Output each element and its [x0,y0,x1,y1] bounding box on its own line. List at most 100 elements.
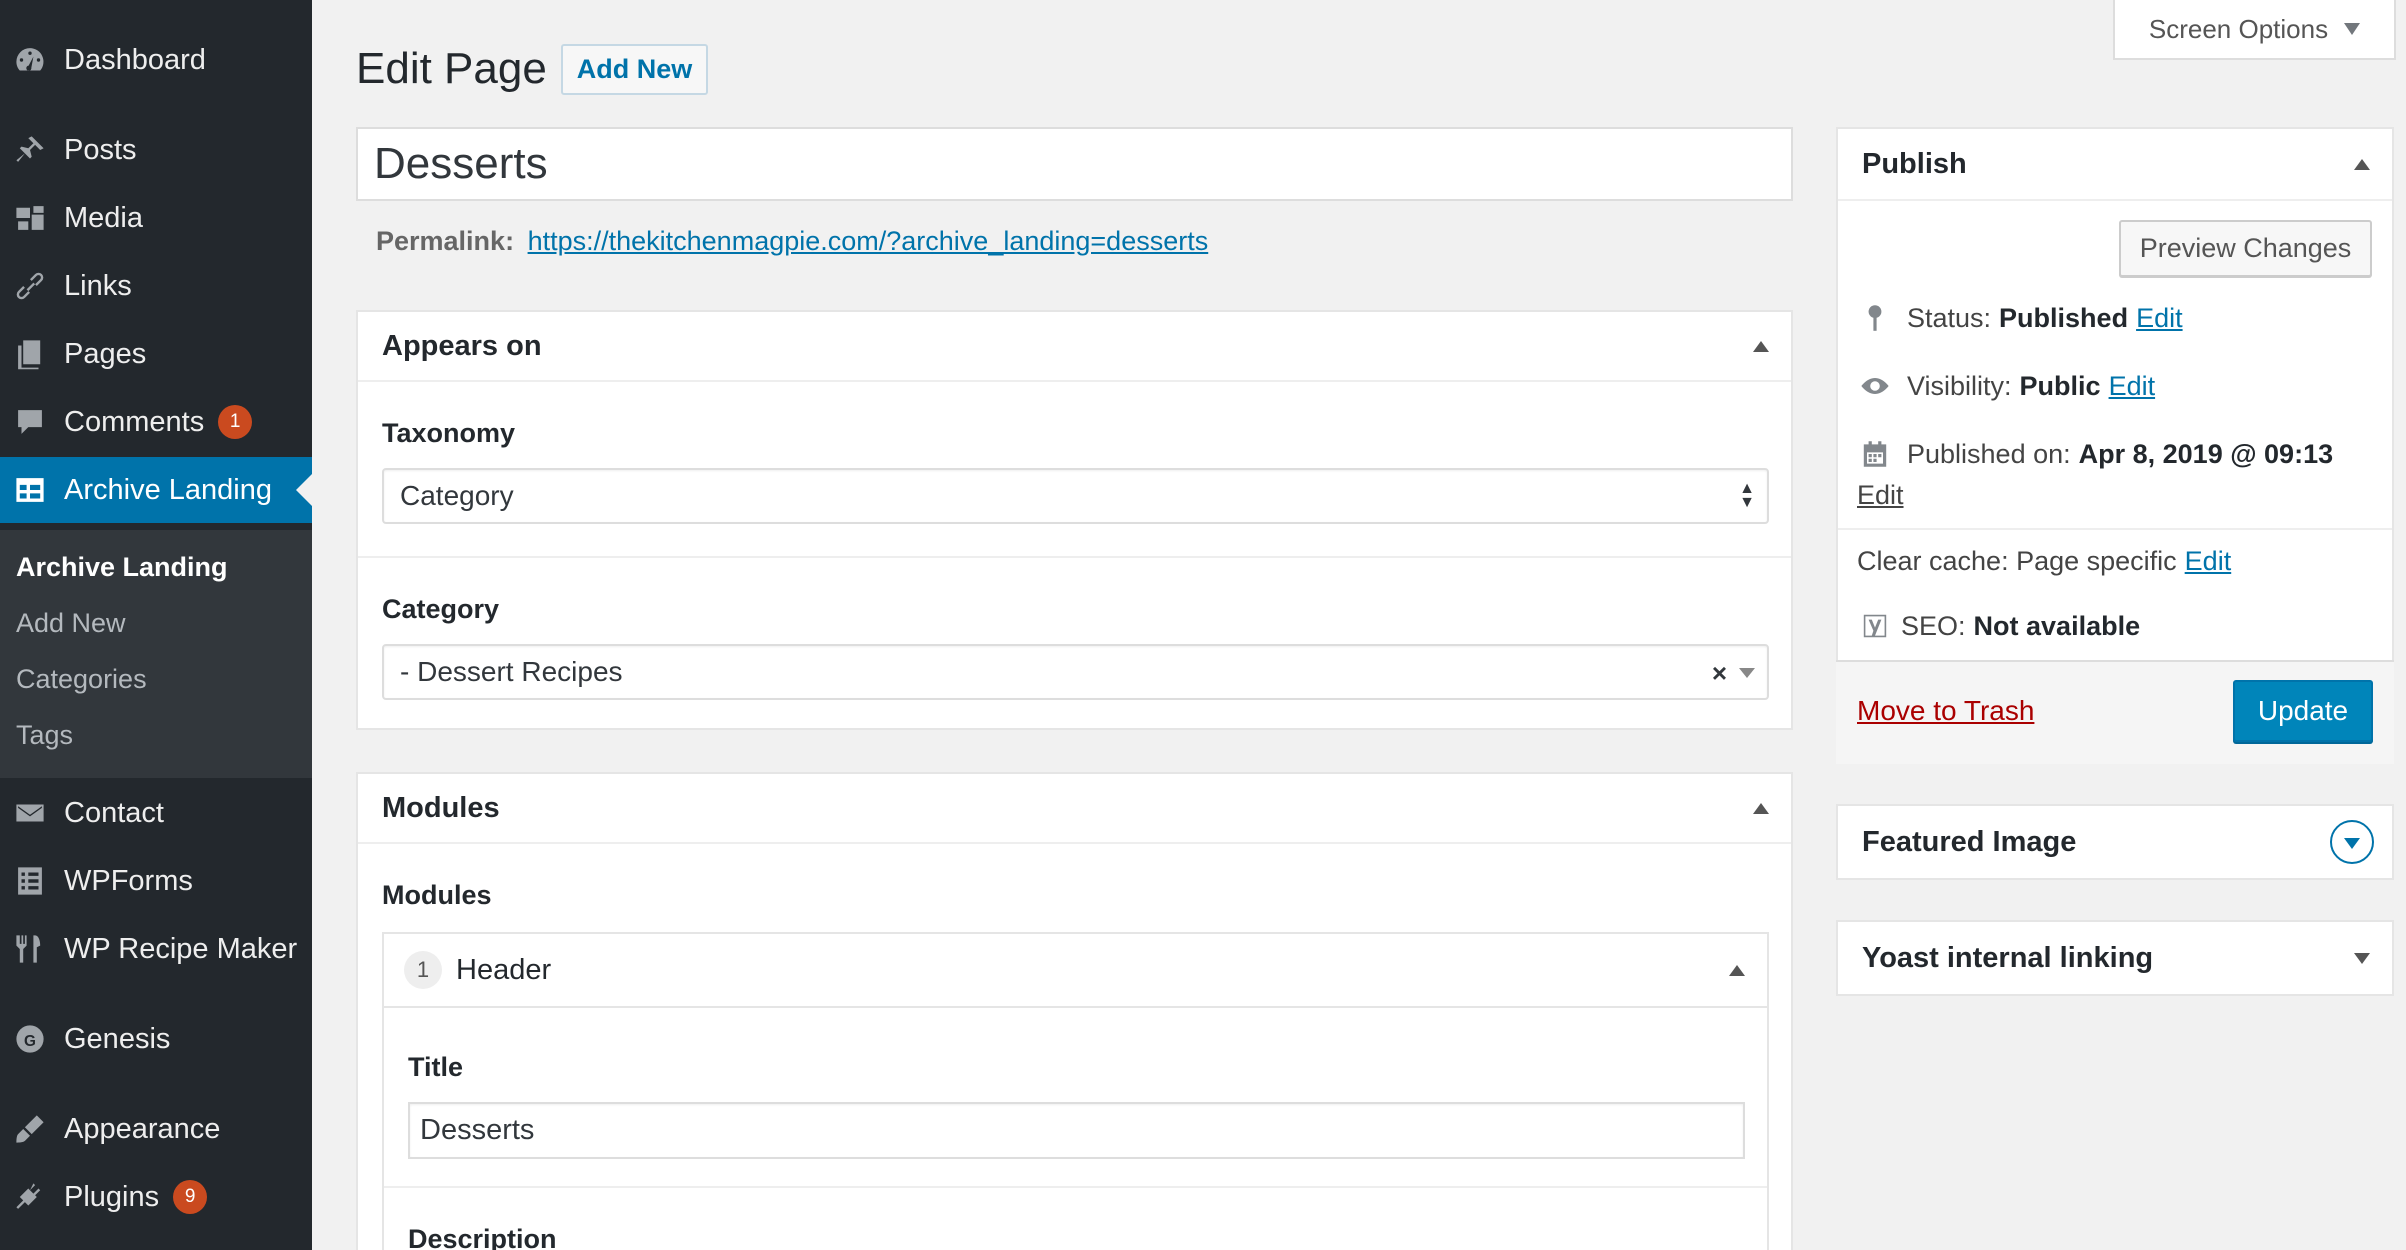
plugins-update-badge: 9 [173,1180,208,1214]
menu-wpforms[interactable]: WPForms [0,848,312,914]
submenu-add-new[interactable]: Add New [16,608,126,639]
yoast-icon [1857,608,1893,644]
collapse-arrow-icon[interactable] [1729,965,1745,976]
menu-appearance[interactable]: Appearance [0,1096,312,1162]
page-title: Edit Page [356,44,547,93]
menu-label: Plugins [64,1180,160,1213]
menu-dashboard[interactable]: Dashboard [0,27,312,93]
pages-icon [10,334,50,374]
submenu-categories[interactable]: Categories [16,664,147,695]
appears-on-title: Appears on [382,329,542,362]
menu-genesis[interactable]: G Genesis [0,1006,312,1072]
seo-row: SEO: Not available [1857,608,2148,644]
expand-arrow-icon[interactable] [2354,953,2370,964]
menu-contact[interactable]: Contact [0,780,312,846]
permalink-label: Permalink: [376,226,515,256]
comments-count-badge: 1 [218,405,253,439]
post-title-input[interactable] [356,127,1793,201]
pin-icon [1857,300,1893,336]
collapse-arrow-icon[interactable] [2354,159,2370,170]
submenu-archive-landing[interactable]: Archive Landing [16,552,228,583]
add-new-button[interactable]: Add New [561,44,708,95]
screen-options-toggle[interactable]: Screen Options [2113,0,2396,60]
eye-icon [1857,368,1893,404]
menu-label: Links [64,269,132,302]
category-value: - Dessert Recipes [400,656,623,687]
update-button[interactable]: Update [2233,680,2373,742]
module-name: Header [456,953,552,986]
move-to-trash-link[interactable]: Move to Trash [1857,695,2034,727]
module-title-value: Desserts [420,1114,535,1146]
menu-label: Appearance [64,1112,221,1145]
taxonomy-label: Taxonomy [382,418,516,448]
collapse-arrow-icon[interactable] [1753,803,1769,814]
status-value: Published [1999,302,2129,333]
submenu-tags[interactable]: Tags [16,720,73,751]
menu-media[interactable]: Media [0,185,312,251]
comment-icon [10,402,50,442]
visibility-row: Visibility: Public Edit [1857,368,2155,404]
seo-label: SEO: [1901,610,1966,641]
seo-value: Not available [1973,610,2141,641]
genesis-icon: G [10,1019,50,1059]
status-row: Status: Published Edit [1857,300,2183,336]
appears-on-box: Appears on Taxonomy Category ▲ ▼ Category… [356,310,1793,730]
menu-posts[interactable]: Posts [0,117,312,183]
screen-options-label: Screen Options [2148,13,2329,44]
form-icon [10,861,50,901]
published-value: Apr 8, 2019 @ 09:13 [2078,438,2334,469]
category-select[interactable]: - Dessert Recipes × [382,644,1769,700]
taxonomy-value: Category [400,480,514,511]
menu-label: Media [64,201,143,234]
featured-image-box: Featured Image [1836,804,2394,880]
modules-header[interactable]: Modules [358,774,1791,844]
menu-links[interactable]: Links [0,253,312,319]
modules-title: Modules [382,791,500,824]
divider [358,556,1791,558]
permalink-link[interactable]: https://thekitchenmagpie.com/?archive_la… [528,226,1209,256]
preview-changes-button[interactable]: Preview Changes [2119,220,2372,277]
collapse-arrow-icon[interactable] [1753,341,1769,352]
menu-pages[interactable]: Pages [0,321,312,387]
taxonomy-select[interactable]: Category ▲ ▼ [382,468,1769,524]
dashboard-icon [10,40,50,80]
menu-label: Posts [64,133,137,166]
modules-box: Modules Modules 1 Header Title Desserts … [356,772,1793,1250]
menu-wp-recipe-maker[interactable]: WP Recipe Maker [0,916,312,982]
featured-image-header[interactable]: Featured Image [1838,806,2392,878]
menu-comments[interactable]: Comments 1 [0,389,312,455]
publish-header[interactable]: Publish [1838,129,2392,201]
module-item-header[interactable]: 1 Header [384,934,1767,1008]
edit-status-link[interactable]: Edit [2136,303,2183,334]
module-title-input[interactable]: Desserts [408,1102,1745,1159]
published-label: Published on: [1907,438,2071,469]
edit-visibility-link[interactable]: Edit [2109,371,2156,402]
menu-plugins[interactable]: Plugins 9 [0,1164,312,1230]
menu-archive-landing[interactable]: Archive Landing [0,457,312,523]
caret-down-icon [2344,23,2361,35]
menu-label: WPForms [64,864,193,897]
clear-cache-edit-link[interactable]: Edit [2185,546,2232,577]
fork-knife-icon [10,929,50,969]
menu-label: Dashboard [64,43,206,76]
yoast-linking-title: Yoast internal linking [1862,941,2154,974]
select-arrows-icon: ▲ ▼ [1739,480,1755,511]
admin-sidebar: Dashboard Posts Media Links Pages Commen… [0,0,312,1250]
yoast-linking-header[interactable]: Yoast internal linking [1838,922,2392,994]
edit-date-link[interactable]: Edit [1857,480,1904,511]
mail-icon [10,793,50,833]
clear-cache-row: Clear cache: Page specific Edit [1857,546,2231,577]
visibility-value: Public [2019,370,2101,401]
menu-label: Pages [64,337,147,370]
clear-selection-icon[interactable]: × [1712,658,1727,689]
publish-title: Publish [1862,147,1967,180]
link-icon [10,266,50,306]
module-item: 1 Header Title Desserts Description [382,932,1769,1250]
menu-label: Genesis [64,1022,171,1055]
visibility-label: Visibility: [1907,370,2012,401]
menu-label: Comments [64,405,205,438]
media-icon [10,198,50,238]
appears-on-header[interactable]: Appears on [358,312,1791,382]
yoast-linking-box: Yoast internal linking [1836,920,2394,996]
expand-circle-icon[interactable] [2330,820,2374,864]
